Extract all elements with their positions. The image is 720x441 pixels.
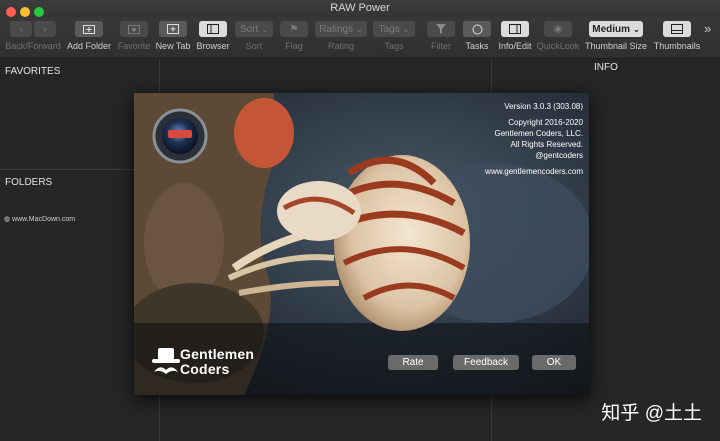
tags-label: Tags xyxy=(384,41,404,51)
folders-heading: FOLDERS xyxy=(5,177,53,188)
handle-link[interactable]: @gentcoders xyxy=(485,150,583,161)
thumbnails-icon xyxy=(671,24,683,34)
chevron-down-icon: ⌄ xyxy=(261,24,269,34)
folder-plus-icon xyxy=(83,25,95,34)
chevron-right-icon: › xyxy=(43,23,47,35)
add-folder-label: Add Folder xyxy=(66,41,112,51)
top-hat-mustache-icon xyxy=(152,348,180,374)
quicklook-item: ◉ QuickLook xyxy=(536,21,580,51)
back-forward-group: ‹ › Back/Forward xyxy=(4,21,62,51)
title-bar: RAW Power xyxy=(0,0,720,18)
ratings-item: Ratings ⌄ Rating xyxy=(314,21,368,51)
about-dialog: Version 3.0.3 (303.08) Copyright 2016-20… xyxy=(134,93,589,395)
thumbnail-size-label: Thumbnail Size xyxy=(584,41,648,51)
thumbnail-size-value: Medium xyxy=(592,23,631,35)
browser-button[interactable] xyxy=(199,21,227,37)
quicklook-button[interactable]: ◉ xyxy=(544,21,572,37)
browser-icon xyxy=(207,24,219,34)
rating-label: Rating xyxy=(327,41,354,51)
app-window: RAW Power ‹ › Back/Forward Add Folder Fa… xyxy=(0,0,720,441)
website-link[interactable]: www.gentlemencoders.com xyxy=(485,166,583,177)
favorite-item: Favorite xyxy=(114,21,154,51)
ratings-dropdown[interactable]: Ratings ⌄ xyxy=(315,21,367,37)
sort-label: Sort xyxy=(245,41,263,51)
sort-dropdown-label: Sort xyxy=(239,23,259,35)
tasks-item: Tasks xyxy=(462,21,492,51)
new-tab-label: New Tab xyxy=(155,41,191,51)
flag-label: Flag xyxy=(285,41,303,51)
sidebar-right-icon xyxy=(509,24,521,34)
add-folder-item: Add Folder xyxy=(66,21,112,51)
flag-button[interactable]: ⚑ xyxy=(280,21,308,37)
back-forward-label: Back/Forward xyxy=(5,41,61,51)
tags-dropdown[interactable]: Tags ⌄ xyxy=(373,21,415,37)
version-text: Version 3.0.3 (303.08) xyxy=(504,102,583,111)
about-info-block: Version 3.0.3 (303.08) Copyright 2016-20… xyxy=(485,101,583,177)
flag-icon: ⚑ xyxy=(289,23,299,35)
toolbar: ‹ › Back/Forward Add Folder Favorite New… xyxy=(0,18,720,59)
heart-folder-icon xyxy=(128,25,140,34)
browser-item: Browser xyxy=(194,21,232,51)
filter-label: Filter xyxy=(431,41,451,51)
new-tab-icon xyxy=(167,24,179,34)
favorite-button[interactable] xyxy=(120,21,148,37)
window-title: RAW Power xyxy=(330,2,390,14)
quicklook-label: QuickLook xyxy=(536,41,580,51)
company-text: Gentlemen Coders, LLC. xyxy=(494,129,584,138)
chevron-down-icon: ⌄ xyxy=(633,24,640,34)
toolbar-overflow-button[interactable]: » xyxy=(704,21,711,36)
tasks-label: Tasks xyxy=(465,41,489,51)
zhihu-watermark: 知乎 @土土 xyxy=(601,403,702,424)
tasks-button[interactable] xyxy=(463,21,491,37)
thumbnail-size-item: Medium ⌄ Thumbnail Size xyxy=(584,21,648,51)
macdown-text: www.MacDown.com xyxy=(12,216,76,223)
chevron-down-icon: ⌄ xyxy=(402,24,410,34)
chevron-left-icon: ‹ xyxy=(19,23,23,35)
macdown-watermark: ◍ www.MacDown.com xyxy=(4,215,75,223)
thumbnails-label: Thumbnails xyxy=(653,41,701,51)
rate-button[interactable]: Rate xyxy=(388,355,438,370)
filter-icon xyxy=(436,24,446,34)
filter-button[interactable] xyxy=(427,21,455,37)
browser-label: Browser xyxy=(196,41,230,51)
circle-logo-icon: ◍ xyxy=(4,216,13,223)
info-edit-label: Info/Edit xyxy=(498,41,532,51)
ratings-dropdown-label: Ratings xyxy=(319,23,354,35)
tags-dropdown-label: Tags xyxy=(378,23,400,35)
add-folder-button[interactable] xyxy=(75,21,103,37)
info-heading: INFO xyxy=(594,62,618,73)
tags-item: Tags ⌄ Tags xyxy=(372,21,416,51)
logo-line2: Coders xyxy=(180,361,230,377)
favorites-heading: FAVORITES xyxy=(5,66,61,77)
thumbnails-item: Thumbnails xyxy=(652,21,702,51)
feedback-button[interactable]: Feedback xyxy=(453,355,519,370)
copyright-text: Copyright 2016-2020 xyxy=(508,118,583,127)
flag-item: ⚑ Flag xyxy=(276,21,312,51)
thumbnail-size-dropdown[interactable]: Medium ⌄ xyxy=(589,21,643,37)
favorite-label: Favorite xyxy=(117,41,151,51)
new-tab-item: New Tab xyxy=(154,21,192,51)
chevron-down-icon: ⌄ xyxy=(356,24,363,34)
info-edit-item: Info/Edit xyxy=(496,21,534,51)
thumbnails-button[interactable] xyxy=(663,21,691,37)
logo-line1: Gentlemen xyxy=(180,346,255,362)
sort-item: Sort ⌄ Sort xyxy=(234,21,274,51)
rights-text: All Rights Reserved. xyxy=(510,140,583,149)
sort-dropdown[interactable]: Sort ⌄ xyxy=(235,21,273,37)
forward-button[interactable]: › xyxy=(34,21,56,37)
info-edit-button[interactable] xyxy=(501,21,529,37)
back-button[interactable]: ‹ xyxy=(10,21,32,37)
filter-item: Filter xyxy=(426,21,456,51)
circle-icon xyxy=(472,24,482,34)
eye-icon: ◉ xyxy=(553,23,563,35)
new-tab-button[interactable] xyxy=(159,21,187,37)
ok-button[interactable]: OK xyxy=(532,355,576,370)
